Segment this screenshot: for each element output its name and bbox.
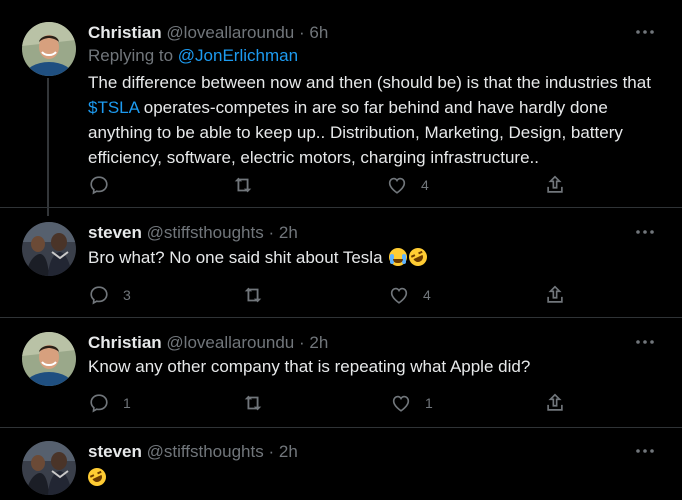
separator-dot: · bbox=[299, 333, 305, 352]
replying-to: Replying to @JonErlichman bbox=[88, 46, 298, 66]
reply-icon bbox=[88, 174, 110, 196]
retweet-button[interactable] bbox=[232, 174, 267, 196]
tweet-header: steven @stiffsthoughts · 2h bbox=[88, 441, 298, 463]
like-button[interactable]: 1 bbox=[390, 392, 433, 414]
tweet-header: steven @stiffsthoughts · 2h bbox=[88, 222, 298, 244]
reply-button[interactable] bbox=[88, 174, 123, 196]
avatar[interactable] bbox=[22, 222, 76, 276]
tweet-text: Bro what? No one said shit about Tesla bbox=[88, 245, 668, 270]
tweet-header: Christian @loveallaroundu · 6h bbox=[88, 22, 328, 44]
retweet-icon bbox=[242, 284, 264, 306]
display-name[interactable]: steven bbox=[88, 223, 142, 242]
like-count: 1 bbox=[425, 395, 433, 411]
tweet-text: Know any other company that is repeating… bbox=[88, 354, 668, 379]
user-handle[interactable]: @stiffsthoughts bbox=[147, 223, 264, 242]
share-button[interactable] bbox=[544, 174, 566, 196]
mention-link[interactable]: @JonErlichman bbox=[178, 46, 298, 65]
tweet[interactable]: steven @stiffsthoughts · 2h bbox=[0, 441, 682, 500]
display-name[interactable]: Christian bbox=[88, 23, 162, 42]
tweet-actions: 1 1 bbox=[88, 392, 578, 414]
divider bbox=[0, 427, 682, 428]
retweet-button[interactable] bbox=[242, 392, 277, 414]
tweet[interactable]: steven @stiffsthoughts · 2h Bro what? No… bbox=[0, 222, 682, 312]
timestamp[interactable]: 6h bbox=[309, 23, 328, 42]
share-button[interactable] bbox=[544, 284, 566, 306]
rolling-on-floor-laughing-emoji bbox=[406, 245, 431, 269]
tweet-header: Christian @loveallaroundu · 2h bbox=[88, 332, 328, 354]
tweet[interactable]: Christian @loveallaroundu · 2h Know any … bbox=[0, 332, 682, 422]
like-button[interactable]: 4 bbox=[386, 174, 429, 196]
reply-button[interactable]: 1 bbox=[88, 392, 131, 414]
tweet-text-part: Know any other company that is repeating… bbox=[88, 357, 531, 376]
avatar[interactable] bbox=[22, 332, 76, 386]
tweet-text-part: operates-competes in are so far behind a… bbox=[88, 98, 623, 167]
reply-count: 1 bbox=[123, 395, 131, 411]
like-count: 4 bbox=[423, 287, 431, 303]
retweet-icon bbox=[242, 392, 264, 414]
user-handle[interactable]: @stiffsthoughts bbox=[147, 442, 264, 461]
reply-count: 3 bbox=[123, 287, 131, 303]
conversation-thread: Christian @loveallaroundu · 6h Replying … bbox=[0, 0, 682, 500]
avatar[interactable] bbox=[22, 441, 76, 495]
like-icon bbox=[390, 392, 412, 414]
separator-dot: · bbox=[268, 223, 275, 242]
reply-icon bbox=[88, 392, 110, 414]
cashtag-link[interactable]: $TSLA bbox=[88, 98, 139, 117]
more-icon[interactable] bbox=[634, 443, 656, 459]
share-icon bbox=[544, 174, 566, 196]
more-icon[interactable] bbox=[634, 24, 656, 40]
share-icon bbox=[544, 392, 566, 414]
display-name[interactable]: Christian bbox=[88, 333, 162, 352]
timestamp[interactable]: 2h bbox=[279, 442, 298, 461]
share-button[interactable] bbox=[544, 392, 566, 414]
timestamp[interactable]: 2h bbox=[279, 223, 298, 242]
user-handle[interactable]: @loveallaroundu bbox=[166, 23, 294, 42]
retweet-icon bbox=[232, 174, 254, 196]
tweet-text-part: The difference between now and then (sho… bbox=[88, 73, 651, 92]
retweet-button[interactable] bbox=[242, 284, 277, 306]
user-handle[interactable]: @loveallaroundu bbox=[166, 333, 294, 352]
avatar[interactable] bbox=[22, 22, 76, 76]
divider bbox=[0, 207, 682, 208]
display-name[interactable]: steven bbox=[88, 442, 142, 461]
share-icon bbox=[544, 284, 566, 306]
like-count: 4 bbox=[421, 177, 429, 193]
more-icon[interactable] bbox=[634, 334, 656, 350]
separator-dot: · bbox=[299, 23, 305, 42]
like-button[interactable]: 4 bbox=[388, 284, 431, 306]
like-icon bbox=[386, 174, 408, 196]
reply-button[interactable]: 3 bbox=[88, 284, 131, 306]
timestamp[interactable]: 2h bbox=[309, 333, 328, 352]
tweet-text-part: Bro what? No one said shit about Tesla bbox=[88, 248, 388, 267]
loudly-crying-face-emoji bbox=[389, 248, 408, 266]
reply-icon bbox=[88, 284, 110, 306]
rolling-on-floor-laughing-emoji bbox=[85, 465, 109, 489]
replying-prefix: Replying to bbox=[88, 46, 178, 65]
tweet-actions: 3 4 bbox=[88, 284, 578, 306]
tweet[interactable]: Christian @loveallaroundu · 6h Replying … bbox=[0, 22, 682, 212]
divider bbox=[0, 317, 682, 318]
tweet-text bbox=[85, 465, 668, 490]
tweet-actions: 4 bbox=[88, 174, 578, 196]
more-icon[interactable] bbox=[634, 224, 656, 240]
like-icon bbox=[388, 284, 410, 306]
separator-dot: · bbox=[268, 442, 275, 461]
tweet-text: The difference between now and then (sho… bbox=[88, 70, 668, 170]
